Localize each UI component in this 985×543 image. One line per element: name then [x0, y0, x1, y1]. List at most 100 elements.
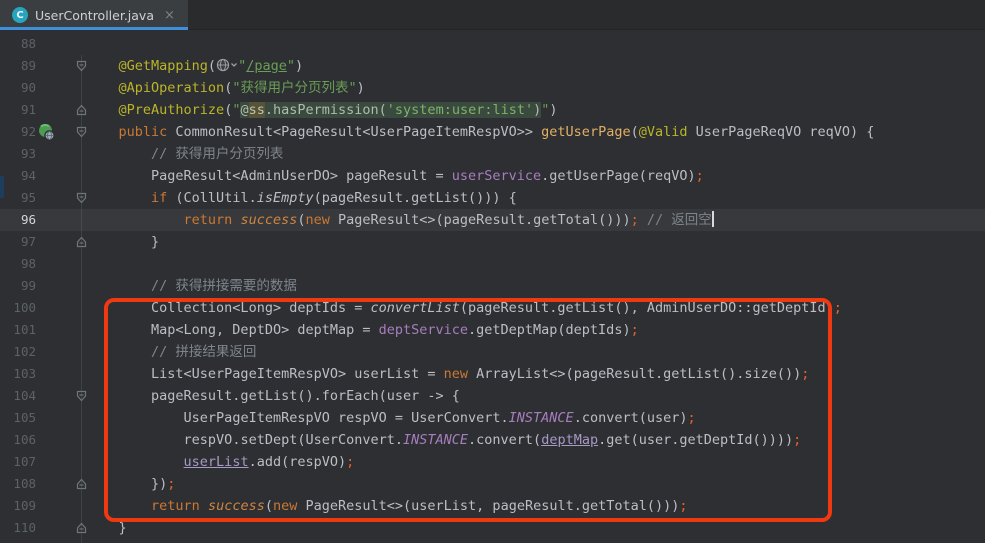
rest-api-endpoint-icon[interactable] [37, 123, 56, 142]
token-kw: new [444, 366, 477, 382]
fold-region-end-icon[interactable] [75, 521, 88, 535]
token-mdecl: getUserPage [541, 124, 630, 140]
gutter-icons [36, 209, 86, 231]
fold-region-start-icon[interactable] [75, 125, 88, 139]
code-line-text[interactable]: userList.add(respVO); [86, 451, 985, 473]
token-cmt: // 获得用户分页列表 [151, 146, 283, 162]
code-line-text[interactable]: // 获得用户分页列表 [86, 143, 985, 165]
token-text [86, 410, 184, 426]
line-number[interactable]: 107 [0, 451, 36, 473]
code-line-text[interactable]: }); [86, 473, 985, 495]
fold-region-start-icon[interactable] [75, 191, 88, 205]
token-inj-str: 'system:user:list' [387, 102, 533, 118]
gutter-icons [36, 517, 86, 539]
line-number[interactable]: 95 [0, 187, 36, 209]
line-number[interactable]: 105 [0, 407, 36, 429]
line-number[interactable]: 88 [0, 33, 36, 55]
token-kw: new [306, 212, 339, 228]
code-editor[interactable]: 8889 @GetMapping("/page") 90 @ApiOperatio… [0, 30, 985, 543]
token-text: }) [86, 476, 167, 492]
code-line-text[interactable]: @GetMapping("/page") [86, 55, 985, 77]
token-text [86, 102, 119, 118]
token-ann: @GetMapping [119, 58, 208, 74]
line-number[interactable]: 98 [0, 253, 36, 275]
line-number[interactable]: 109 [0, 495, 36, 517]
line-number[interactable]: 106 [0, 429, 36, 451]
line-number[interactable]: 93 [0, 143, 36, 165]
gutter-icons [36, 319, 86, 341]
line-number[interactable]: 108 [0, 473, 36, 495]
code-line: 104 pageResult.getList().forEach(user ->… [0, 385, 985, 407]
token-semi: ; [834, 300, 842, 316]
token-text: CommonResult<PageResult<UserPageItemResp… [175, 124, 541, 140]
code-line-text[interactable]: pageResult.getList().forEach(user -> { [86, 385, 985, 407]
line-number[interactable]: 110 [0, 517, 36, 539]
code-line: 94 PageResult<AdminUserDO> pageResult = … [0, 165, 985, 187]
code-line-text[interactable]: public CommonResult<PageResult<UserPageI… [86, 121, 985, 143]
code-line-text[interactable]: if (CollUtil.isEmpty(pageResult.getList(… [86, 187, 985, 209]
line-number[interactable]: 96 [0, 209, 36, 231]
code-line-text[interactable]: List<UserPageItemRespVO> userList = new … [86, 363, 985, 385]
line-number[interactable]: 100 [0, 297, 36, 319]
token-semi: ; [679, 498, 687, 514]
token-text [86, 432, 184, 448]
code-line: 98 [0, 253, 985, 275]
token-text: PageResult<>(pageResult.getTotal())) [338, 212, 631, 228]
fold-region-end-icon[interactable] [75, 235, 88, 249]
gutter-icons [36, 363, 86, 385]
fold-region-end-icon[interactable] [75, 477, 88, 491]
code-line: 107 userList.add(respVO); [0, 451, 985, 473]
code-line: 109 return success(new PageResult<>(user… [0, 495, 985, 517]
code-line: 101 Map<Long, DeptDO> deptMap = deptServ… [0, 319, 985, 341]
code-line-text[interactable]: return success(new PageResult<>(pageResu… [86, 209, 985, 231]
gutter-icons [36, 451, 86, 473]
code-line-text[interactable]: // 获得拼接需要的数据 [86, 275, 985, 297]
code-line: 93 // 获得用户分页列表 [0, 143, 985, 165]
line-number[interactable]: 104 [0, 385, 36, 407]
code-line-text[interactable]: Collection<Long> deptIds = convertList(p… [86, 297, 985, 319]
line-number[interactable]: 94 [0, 165, 36, 187]
token-cmt: // 获得拼接需要的数据 [151, 278, 297, 294]
token-text [86, 124, 119, 140]
code-line: 103 List<UserPageItemRespVO> userList = … [0, 363, 985, 385]
line-number[interactable]: 92 [0, 121, 36, 143]
url-globe-icon[interactable] [216, 57, 238, 79]
line-number[interactable]: 99 [0, 275, 36, 297]
line-number[interactable]: 97 [0, 231, 36, 253]
code-line-text[interactable] [86, 33, 985, 55]
code-line-text[interactable]: @PreAuthorize("@ss.hasPermission('system… [86, 99, 985, 121]
code-line-text[interactable]: respVO.setDept(UserConvert.INSTANCE.conv… [86, 429, 985, 451]
line-number[interactable]: 101 [0, 319, 36, 341]
code-line-text[interactable]: PageResult<AdminUserDO> pageResult = use… [86, 165, 985, 187]
line-number[interactable]: 89 [0, 55, 36, 77]
token-text [86, 344, 151, 360]
token-text: ) [549, 102, 557, 118]
token-text [86, 168, 151, 184]
code-line-text[interactable]: @ApiOperation("获得用户分页列表") [86, 77, 985, 99]
tab-usercontroller[interactable]: C UserController.java × [0, 0, 188, 30]
code-line-text[interactable]: return success(new PageResult<>(userList… [86, 495, 985, 517]
token-text: ( [631, 124, 639, 140]
code-line-text[interactable] [86, 253, 985, 275]
fold-region-start-icon[interactable] [75, 389, 88, 403]
line-number[interactable]: 90 [0, 77, 36, 99]
code-line-text[interactable]: } [86, 517, 985, 539]
tab-close-icon[interactable]: × [161, 7, 178, 24]
code-line-text[interactable]: } [86, 231, 985, 253]
code-line-text[interactable]: // 拼接结果返回 [86, 341, 985, 363]
token-text: PageResult<>(userList, pageResult.getTot… [306, 498, 680, 514]
gutter-icons [36, 77, 86, 99]
code-line-text[interactable]: UserPageItemRespVO respVO = UserConvert.… [86, 407, 985, 429]
tab-title: UserController.java [35, 8, 154, 23]
code-line: 110 } [0, 517, 985, 539]
line-number[interactable]: 102 [0, 341, 36, 363]
code-line-text[interactable]: Map<Long, DeptDO> deptMap = deptService.… [86, 319, 985, 341]
token-semi: ; [687, 410, 695, 426]
line-number[interactable]: 91 [0, 99, 36, 121]
fold-region-end-icon[interactable] [75, 103, 88, 117]
line-number[interactable]: 103 [0, 363, 36, 385]
fold-region-start-icon[interactable] [75, 59, 88, 73]
token-text [86, 498, 151, 514]
gutter-icons [36, 99, 86, 121]
token-cmt: // 返回空 [639, 212, 712, 228]
